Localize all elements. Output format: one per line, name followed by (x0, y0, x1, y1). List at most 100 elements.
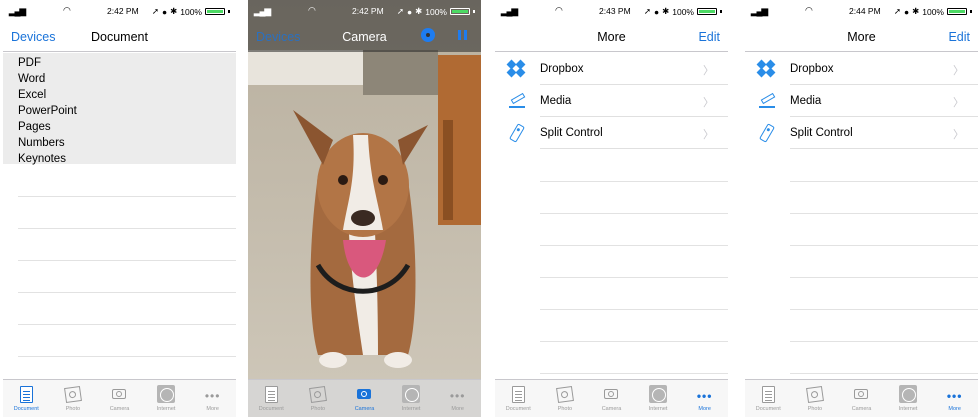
photo-icon (63, 384, 82, 404)
divider (540, 181, 728, 182)
chevron-right-icon: 〉 (953, 129, 964, 141)
list-item-split-control[interactable]: Split Control 〉 (745, 117, 978, 149)
pause-icon[interactable] (458, 30, 467, 40)
location-icon: ➚ (396, 6, 404, 16)
media-icon (507, 92, 527, 110)
divider (790, 341, 978, 342)
list-item-dropbox[interactable]: Dropbox 〉 (495, 53, 728, 85)
tab-internet[interactable]: Internet (388, 380, 435, 417)
edit-button[interactable]: Edit (698, 30, 720, 44)
list-item-keynotes[interactable]: Keynotes (18, 151, 236, 167)
status-time: 2:42 PM (352, 6, 384, 16)
tab-document[interactable]: Document (745, 380, 792, 417)
status-right: ➚ ● ✱ 100% (894, 6, 972, 17)
alarm-icon: ● (903, 6, 910, 17)
list-item-powerpoint[interactable]: PowerPoint (18, 103, 236, 119)
battery-percent: 100% (180, 6, 202, 17)
tab-internet[interactable]: Internet (885, 380, 932, 417)
status-bar: ▂▄▆ ◠ 2:42 PM ➚ ● ✱ 100% (3, 0, 236, 20)
camera-icon (852, 384, 870, 404)
divider (790, 277, 978, 278)
couch (363, 50, 438, 95)
remote-control-icon (507, 123, 527, 143)
page-title: More (597, 30, 626, 44)
tab-camera[interactable]: Camera (838, 380, 885, 417)
tab-internet[interactable]: Internet (635, 380, 682, 417)
tab-photo[interactable]: Photo (50, 380, 97, 417)
divider (540, 373, 728, 374)
divider (790, 213, 978, 214)
location-icon: ➚ (643, 6, 651, 16)
signal-icon: ▂▄▆ (9, 6, 26, 16)
more-screen: ▂▄▆ ◠ 2:44 PM ➚ ● ✱ 100% More Edit Dropb… (745, 0, 978, 417)
globe-icon (649, 384, 668, 404)
status-right: ➚ ● ✱ 100% (644, 6, 722, 17)
status-right: ➚ ● ✱ 100% (397, 6, 475, 17)
list-item-excel[interactable]: Excel (18, 87, 236, 103)
battery-icon (947, 8, 967, 15)
tab-more[interactable]: ••• More (189, 380, 236, 417)
edit-button[interactable]: Edit (948, 30, 970, 44)
tab-camera[interactable]: Camera (341, 380, 388, 417)
divider (540, 277, 728, 278)
chevron-right-icon: 〉 (953, 65, 964, 77)
document-icon (262, 384, 280, 404)
tab-bar: Document Photo Camera Internet ••• More (745, 379, 978, 417)
nav-bar: Devices Document (3, 20, 236, 52)
list-item-media[interactable]: Media 〉 (495, 85, 728, 117)
tab-document[interactable]: Document (3, 380, 50, 417)
chevron-right-icon: 〉 (703, 65, 714, 77)
tab-bar: Document Photo Camera Internet ••• More (3, 379, 236, 417)
divider (18, 292, 236, 293)
list-item-numbers[interactable]: Numbers (18, 135, 236, 151)
camera-icon (355, 384, 373, 404)
battery-icon (450, 8, 470, 15)
camera-preview (248, 0, 481, 417)
status-bar: ▂▄▆ ◠ 2:42 PM ➚ ● ✱ 100% (248, 0, 481, 20)
page-title: More (847, 30, 876, 44)
divider (540, 341, 728, 342)
bluetooth-icon: ✱ (415, 6, 423, 16)
battery-icon (697, 8, 717, 15)
list-item-pages[interactable]: Pages (18, 119, 236, 135)
battery-percent: 100% (672, 6, 694, 17)
signal-icon: ▂▄▆ (254, 6, 271, 16)
divider (790, 373, 978, 374)
globe-icon (402, 384, 421, 404)
tab-camera[interactable]: Camera (588, 380, 635, 417)
page-title: Document (91, 30, 148, 44)
tab-document[interactable]: Document (248, 380, 295, 417)
list-item-pdf[interactable]: PDF (18, 55, 236, 71)
list-item-media[interactable]: Media 〉 (745, 85, 978, 117)
list-item-dropbox[interactable]: Dropbox 〉 (745, 53, 978, 85)
tab-more[interactable]: ••• More (931, 380, 978, 417)
tab-photo[interactable]: Photo (542, 380, 589, 417)
more-screen: ▂▄▆ ◠ 2:43 PM ➚ ● ✱ 100% More Edit Dropb… (495, 0, 728, 417)
gear-icon[interactable] (421, 28, 435, 42)
status-time: 2:43 PM (599, 6, 631, 16)
tab-photo[interactable]: Photo (295, 380, 342, 417)
alarm-icon: ● (161, 6, 168, 17)
divider (18, 196, 236, 197)
bluetooth-icon: ✱ (912, 6, 920, 16)
tab-more[interactable]: ••• More (681, 380, 728, 417)
more-dots-icon: ••• (449, 389, 466, 403)
status-time: 2:42 PM (107, 6, 139, 16)
tab-camera[interactable]: Camera (96, 380, 143, 417)
tab-bar: Document Photo Camera Internet ••• More (248, 379, 481, 417)
divider (18, 228, 236, 229)
dropbox-icon (756, 59, 777, 78)
location-icon: ➚ (151, 6, 159, 16)
battery-percent: 100% (922, 6, 944, 17)
bluetooth-icon: ✱ (170, 6, 178, 16)
tab-photo[interactable]: Photo (792, 380, 839, 417)
photo-icon (555, 384, 574, 404)
list-item-split-control[interactable]: Split Control 〉 (495, 117, 728, 149)
list-item-word[interactable]: Word (18, 71, 236, 87)
tab-document[interactable]: Document (495, 380, 542, 417)
wifi-icon: ◠ (308, 5, 316, 15)
dropbox-icon (506, 59, 527, 78)
divider (790, 181, 978, 182)
tab-internet[interactable]: Internet (143, 380, 190, 417)
tab-more[interactable]: ••• More (434, 380, 481, 417)
